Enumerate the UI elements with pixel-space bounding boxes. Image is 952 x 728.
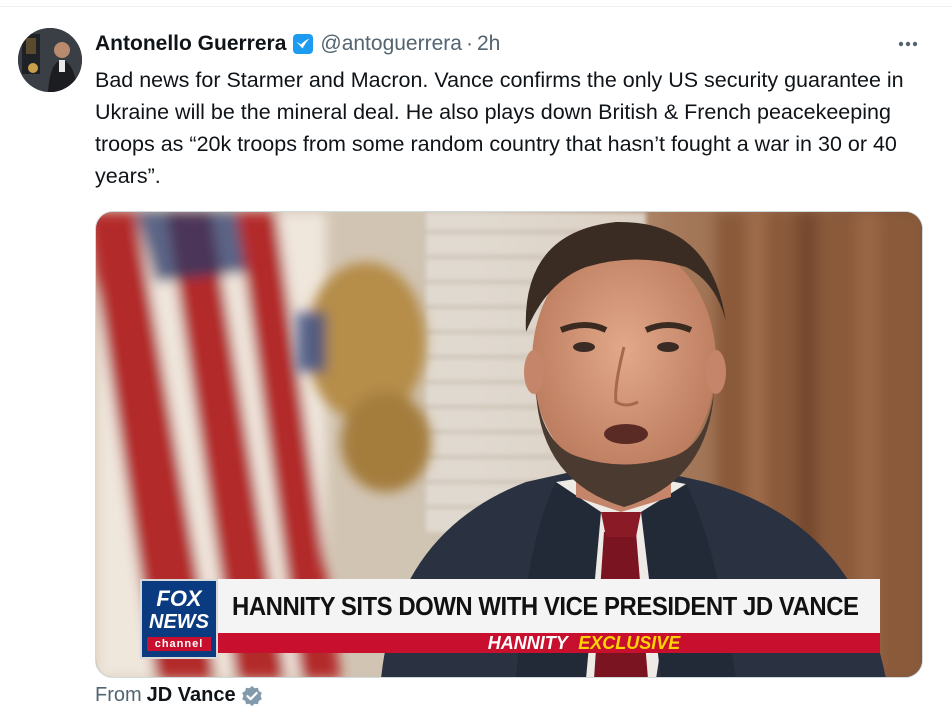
fox-news-logo: FOX NEWS channel — [140, 579, 218, 659]
headline-text: HANNITY SITS DOWN WITH VICE PRESIDENT JD… — [232, 590, 859, 621]
gray-verified-badge-icon — [241, 685, 262, 706]
logo-news: NEWS — [149, 611, 209, 633]
logo-channel: channel — [147, 637, 211, 651]
author-handle[interactable]: @antoguerrera — [320, 32, 462, 56]
media-source: From JD Vance — [95, 684, 263, 707]
verified-badge-icon — [293, 34, 314, 54]
subline-exclusive: EXCLUSIVE — [578, 633, 681, 653]
headline-bar: HANNITY SITS DOWN WITH VICE PRESIDENT JD… — [218, 579, 880, 633]
source-name-link[interactable]: JD Vance — [147, 684, 236, 707]
video-media[interactable]: FOX NEWS channel HANNITY SITS DOWN WITH … — [95, 211, 923, 678]
author-display-name[interactable]: Antonello Guerrera — [95, 32, 286, 56]
avatar[interactable] — [18, 28, 82, 92]
divider — [0, 6, 952, 7]
lower-third: FOX NEWS channel HANNITY SITS DOWN WITH … — [140, 579, 880, 659]
from-label: From — [95, 684, 142, 706]
timestamp[interactable]: 2h — [477, 32, 500, 56]
logo-fox: FOX — [156, 586, 202, 611]
subline-hannity: HANNITY — [487, 633, 568, 653]
separator-dot: · — [465, 32, 473, 55]
avatar-image — [18, 28, 82, 92]
more-options-icon[interactable] — [894, 30, 922, 58]
tweet-text: Bad news for Starmer and Macron. Vance c… — [95, 64, 925, 192]
author-row: Antonello Guerrera @antoguerrera · 2h — [95, 31, 500, 57]
tweet-body: Bad news for Starmer and Macron. Vance c… — [95, 68, 904, 188]
subline-bar: HANNITY EXCLUSIVE — [218, 633, 880, 653]
